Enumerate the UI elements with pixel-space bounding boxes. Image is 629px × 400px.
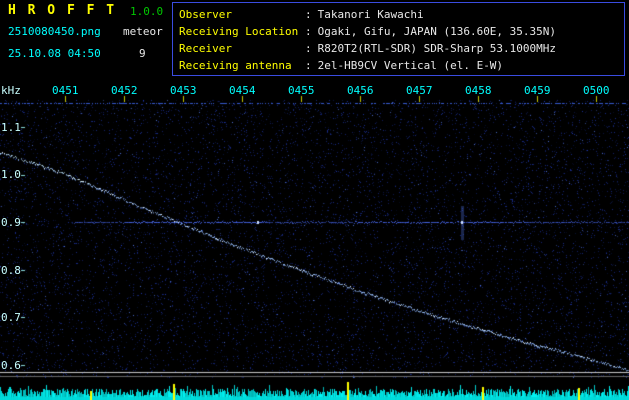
app-title: H R O F F T: [8, 3, 117, 18]
time-tick-label-0452: 0452: [111, 84, 138, 97]
info-row-location: Receiving Location: Ogaki, Gifu, JAPAN (1…: [179, 25, 556, 38]
info-value-receiver: R820T2(RTL-SDR) SDR-Sharp 53.1000MHz: [317, 42, 557, 55]
freq-tick-label-1-1: 1.1: [1, 121, 21, 134]
time-tick-label-0500: 0500: [583, 84, 610, 97]
info-label-location: Receiving Location: [179, 25, 299, 38]
info-value-observer: Takanori Kawachi: [317, 8, 424, 21]
info-colon: :: [305, 42, 312, 55]
info-row-observer: Observer: Takanori Kawachi: [179, 8, 424, 21]
freq-tick-label-1-0: 1.0: [1, 168, 21, 181]
time-tick-label-0458: 0458: [465, 84, 492, 97]
time-tick-label-0457: 0457: [406, 84, 433, 97]
freq-tick-label-0-8: 0.8: [1, 264, 21, 277]
info-row-receiver: Receiver: R820T2(RTL-SDR) SDR-Sharp 53.10…: [179, 42, 556, 55]
time-tick-label-0453: 0453: [170, 84, 197, 97]
info-label-antenna: Receiving antenna: [179, 59, 292, 72]
info-row-antenna: Receiving antenna:2el-HB9CV Vertical (el…: [179, 59, 503, 72]
time-tick-label-0451: 0451: [52, 84, 79, 97]
freq-tick-label-0-7: 0.7: [1, 311, 21, 324]
frequency-axis-unit: kHz: [1, 84, 21, 97]
info-label-receiver: Receiver: [179, 42, 232, 55]
app-version: 1.0.0: [130, 5, 164, 18]
observation-info-panel: Observer: Takanori Kawachi Receiving Loca…: [172, 2, 625, 76]
freq-tick-label-0-9: 0.9: [1, 216, 21, 229]
info-label-observer: Observer: [179, 8, 232, 21]
time-tick-label-0454: 0454: [229, 84, 256, 97]
capture-datetime: 25.10.08 04:50: [8, 47, 101, 60]
info-colon: :: [305, 59, 312, 72]
info-colon: :: [305, 8, 312, 21]
time-tick-label-0459: 0459: [524, 84, 551, 97]
time-tick-label-0455: 0455: [288, 84, 315, 97]
time-tick-label-0456: 0456: [347, 84, 374, 97]
freq-tick-label-0-6: 0.6: [1, 359, 21, 372]
info-value-antenna: 2el-HB9CV Vertical (el. E-W): [317, 59, 504, 72]
event-count: 9: [139, 47, 146, 60]
mode-label: meteor: [123, 25, 163, 38]
info-colon: :: [305, 25, 312, 38]
hrofft-screen: { "header": { "app_name": "H R O F F T",…: [0, 0, 629, 400]
output-filename: 2510080450.png: [8, 25, 101, 38]
info-value-location: Ogaki, Gifu, JAPAN (136.60E, 35.35N): [317, 25, 557, 38]
